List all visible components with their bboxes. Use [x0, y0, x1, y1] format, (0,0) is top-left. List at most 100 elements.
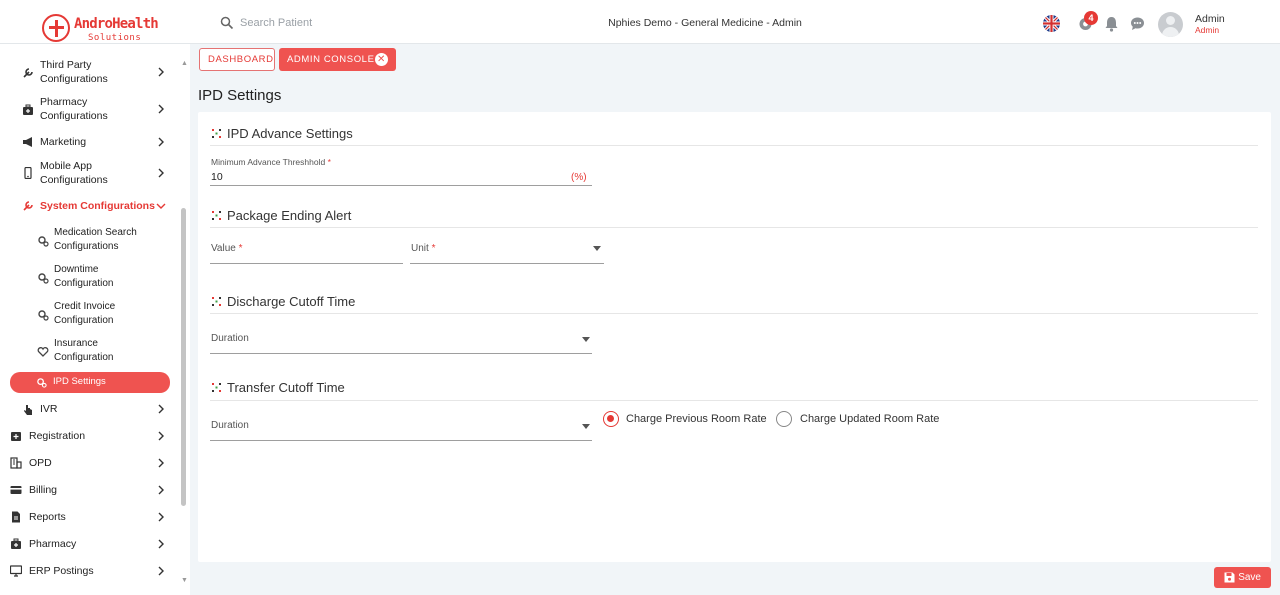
sidebar-item-label: OPD	[29, 457, 52, 469]
user-avatar[interactable]	[1158, 12, 1183, 37]
section-discharge-cutoff: Discharge Cutoff Time	[212, 294, 355, 309]
sidebar-item-label: IVR	[40, 403, 58, 415]
input-underline	[210, 353, 592, 354]
radio-charge-updated[interactable]	[776, 411, 792, 427]
settings-card: IPD Advance Settings Minimum Advance Thr…	[198, 112, 1271, 562]
sidebar-item-erp-postings[interactable]: ERP Postings	[0, 563, 180, 579]
grid-dots-icon	[212, 129, 221, 138]
input-underline	[210, 185, 592, 186]
sidebar-item-label: System Configurations	[40, 200, 155, 212]
transfer-duration-select[interactable]: Duration	[211, 420, 249, 431]
section-title: IPD Advance Settings	[227, 126, 353, 141]
chat-icon[interactable]	[1129, 15, 1146, 32]
chevron-right-icon	[158, 485, 164, 495]
file-icon	[12, 511, 20, 523]
sidebar-item-label: Mobile App	[40, 160, 92, 172]
sidebar-subitem-label-2: Configurations	[54, 241, 119, 252]
grid-dots-icon	[212, 211, 221, 220]
sidebar-item-pharmacy[interactable]: Pharmacy	[0, 536, 180, 552]
uk-flag-icon[interactable]	[1043, 15, 1060, 32]
sidebar-item-label-2: Configurations	[40, 174, 108, 186]
sidebar-item-pharmacy-config[interactable]: Pharmacy Configurations	[0, 95, 180, 123]
dropdown-caret-icon[interactable]	[582, 337, 590, 342]
wrench-icon	[23, 68, 33, 78]
save-button[interactable]: Save	[1214, 567, 1271, 588]
sidebar-item-billing[interactable]: Billing	[0, 482, 180, 498]
medkit-icon	[11, 538, 21, 549]
grid-dots-icon	[212, 297, 221, 306]
chevron-right-icon	[158, 137, 164, 147]
brand-logo[interactable]: AndroHealth Solutions	[38, 12, 159, 44]
breadcrumb-admin-label: ADMIN CONSOLE	[287, 54, 375, 65]
chevron-right-icon	[158, 168, 164, 178]
heart-icon	[37, 347, 49, 357]
notification-count-badge: 4	[1084, 11, 1098, 25]
breadcrumb-admin-console[interactable]: ADMIN CONSOLE ✕	[279, 48, 396, 71]
sidebar-subitem-downtime[interactable]: Downtime Configuration	[0, 263, 180, 291]
sidebar-item-registration[interactable]: Registration	[0, 428, 180, 444]
medkit-icon	[23, 104, 33, 115]
user-name[interactable]: Admin	[1195, 13, 1225, 25]
dropdown-caret-icon[interactable]	[582, 424, 590, 429]
sidebar-subitem-medication-search[interactable]: Medication Search Configurations	[0, 226, 180, 254]
sidebar-item-label: Third Party	[40, 59, 92, 71]
grid-dots-icon	[212, 383, 221, 392]
radio-charge-previous[interactable]	[603, 411, 619, 427]
top-bar: AndroHealth Solutions Nphies Demo - Gene…	[0, 0, 1280, 44]
sidebar-item-mobile-app[interactable]: Mobile App Configurations	[0, 159, 180, 187]
cogs-icon	[38, 310, 49, 321]
radio-charge-previous-label[interactable]: Charge Previous Room Rate	[626, 413, 767, 425]
sidebar-item-opd[interactable]: OPD	[0, 455, 180, 471]
scroll-down-arrow-icon[interactable]: ▼	[181, 577, 188, 584]
sidebar-item-system-config[interactable]: System Configurations	[0, 198, 180, 214]
chevron-right-icon	[158, 458, 164, 468]
sidebar-item-marketing[interactable]: Marketing	[0, 134, 180, 150]
discharge-duration-select[interactable]: Duration	[211, 333, 249, 344]
sidebar-subitem-label: IPD Settings	[53, 376, 106, 387]
sidebar-item-ivr[interactable]: IVR	[0, 401, 180, 417]
chevron-right-icon	[158, 104, 164, 114]
chevron-down-icon	[156, 203, 166, 209]
wrench-icon	[23, 201, 33, 211]
patient-search[interactable]	[220, 13, 480, 33]
package-unit-select[interactable]: Unit *	[411, 243, 435, 254]
chevron-right-icon	[158, 539, 164, 549]
sidebar-scrollbar[interactable]	[181, 208, 186, 506]
sidebar-subitem-label: Credit Invoice	[54, 301, 116, 312]
dropdown-caret-icon[interactable]	[593, 246, 601, 251]
search-input[interactable]	[240, 17, 440, 29]
min-advance-input[interactable]: 10	[211, 171, 223, 183]
sidebar-subitem-label-2: Configuration	[54, 352, 114, 363]
sidebar-subitem-ipd-settings[interactable]: IPD Settings	[10, 372, 170, 393]
credit-card-icon	[10, 486, 22, 494]
package-value-field[interactable]: Value *	[211, 243, 243, 254]
sidebar: ▲ Third Party Configurations Pharmacy Co…	[0, 44, 190, 595]
required-marker: *	[431, 243, 436, 254]
sidebar-item-label: ERP Postings	[29, 565, 94, 577]
context-info: Nphies Demo - General Medicine - Admin	[608, 17, 802, 29]
package-unit-label: Unit	[411, 243, 429, 254]
section-advance-settings: IPD Advance Settings	[212, 126, 353, 141]
section-title: Transfer Cutoff Time	[227, 380, 345, 395]
sidebar-item-third-party[interactable]: Third Party Configurations	[0, 58, 180, 86]
sidebar-subitem-insurance[interactable]: Insurance Configuration	[0, 337, 180, 365]
sidebar-item-reports[interactable]: Reports	[0, 509, 180, 525]
monitor-icon	[10, 565, 22, 577]
bell-icon[interactable]	[1103, 15, 1120, 32]
caduceus-icon	[42, 14, 70, 42]
close-icon[interactable]: ✕	[375, 53, 388, 66]
sidebar-item-label-2: Configurations	[40, 110, 108, 122]
sidebar-subitem-credit-invoice[interactable]: Credit Invoice Configuration	[0, 300, 180, 328]
min-advance-label: Minimum Advance Threshhold *	[211, 157, 331, 167]
percent-unit: (%)	[571, 172, 587, 183]
chevron-right-icon	[158, 566, 164, 576]
scroll-up-arrow-icon[interactable]: ▲	[181, 60, 188, 67]
mobile-icon	[24, 167, 32, 179]
breadcrumb-dashboard[interactable]: DASHBOARD	[199, 48, 275, 71]
sidebar-subitem-label: Downtime	[54, 264, 99, 275]
section-transfer-cutoff: Transfer Cutoff Time	[212, 380, 345, 395]
radio-charge-updated-label[interactable]: Charge Updated Room Rate	[800, 413, 939, 425]
sidebar-item-label: Pharmacy	[29, 538, 77, 550]
building-icon	[10, 457, 22, 469]
floppy-disk-icon	[1224, 572, 1235, 583]
